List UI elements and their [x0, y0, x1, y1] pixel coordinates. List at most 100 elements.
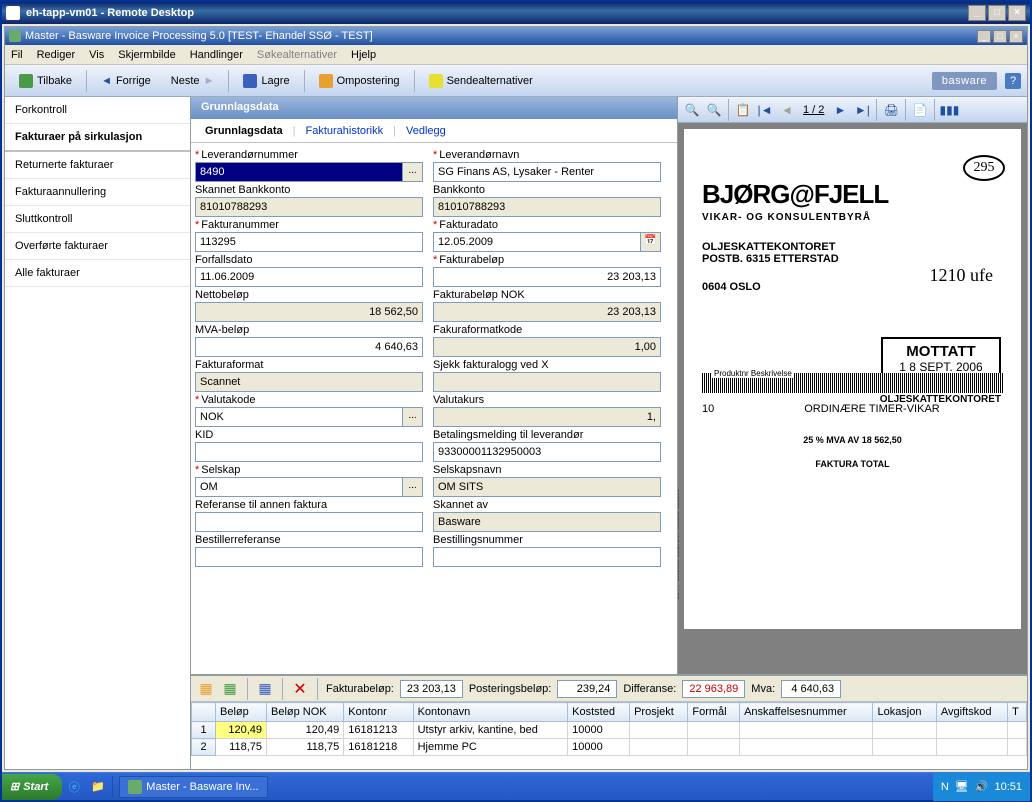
inner-minimize-button[interactable]: _ — [977, 30, 991, 43]
mva_belop-label: MVA-beløp — [195, 324, 423, 336]
fakturanummer-input[interactable] — [195, 232, 423, 252]
sidebar: Forkontroll Fakturaer på sirkulasjon Ret… — [5, 97, 191, 769]
sidebar-item-returnerte[interactable]: Returnerte fakturaer — [5, 152, 190, 179]
grid-col-header[interactable]: T — [1008, 703, 1027, 722]
skannet_av-label: Skannet av — [433, 499, 661, 511]
table-row[interactable]: 2118,75118,7516181218Hjemme PC10000 — [192, 739, 1027, 756]
selskap-lookup-button[interactable]: ... — [403, 477, 423, 497]
brand-logo: basware — [932, 72, 997, 90]
valutakode-input[interactable] — [195, 407, 403, 427]
toolbar-forrige-button[interactable]: ◄Forrige — [93, 71, 159, 91]
tray-icon-2[interactable]: 🖥 — [955, 780, 969, 793]
inner-close-button[interactable]: × — [1009, 30, 1023, 43]
selskapsnavn-input — [433, 477, 661, 497]
sum-postering-value: 239,24 — [557, 680, 617, 698]
menu-fil[interactable]: Fil — [11, 49, 23, 61]
zoom-out-button[interactable]: 🔍 — [682, 100, 702, 120]
open-button[interactable]: 📄 — [910, 100, 930, 120]
toolbar-tilbake-button[interactable]: Tilbake — [11, 70, 80, 92]
valutakode-lookup-button[interactable]: ... — [403, 407, 423, 427]
grid-col-header[interactable]: Avgiftskod — [936, 703, 1007, 722]
copy-button[interactable]: 📋 — [733, 100, 753, 120]
grid-col-header[interactable]: Koststed — [568, 703, 630, 722]
taskbar-app-button[interactable]: Master - Basware Inv... — [119, 776, 267, 798]
first-page-button[interactable]: |◄ — [755, 100, 775, 120]
selskapsnavn-label: Selskapsnavn — [433, 464, 661, 476]
posting-grid[interactable]: BeløpBeløp NOKKontonrKontonavnKoststedPr… — [191, 702, 1027, 769]
toolbar-neste-button[interactable]: Neste► — [163, 71, 223, 91]
grid-col-header[interactable]: Kontonavn — [413, 703, 568, 722]
ie-icon[interactable]: ⓔ — [64, 777, 84, 797]
grid-col-header[interactable]: Kontonr — [344, 703, 413, 722]
sidebar-item-sluttkontroll[interactable]: Sluttkontroll — [5, 206, 190, 233]
sidebar-item-annullering[interactable]: Fakturaannullering — [5, 179, 190, 206]
help-button[interactable]: ? — [1005, 73, 1021, 89]
sidebar-item-forkontroll[interactable]: Forkontroll — [5, 97, 190, 124]
betalingsmelding-input[interactable] — [433, 442, 661, 462]
calc-icon[interactable]: ▦ — [256, 680, 274, 698]
forfallsdato-input[interactable] — [195, 267, 423, 287]
new-row-icon[interactable]: ▦ — [197, 680, 215, 698]
start-button[interactable]: ⊞Start — [2, 774, 62, 800]
menu-handlinger[interactable]: Handlinger — [190, 49, 243, 61]
sidebar-item-fakturaer-sirkulasjon[interactable]: Fakturaer på sirkulasjon — [5, 124, 190, 152]
skannet_av-input — [433, 512, 661, 532]
bestillerreferanse-input[interactable] — [195, 547, 423, 567]
fakuraformatkode-label: Fakuraformatkode — [433, 324, 661, 336]
sum-fakturabelop-value: 23 203,13 — [400, 680, 463, 698]
menu-vis[interactable]: Vis — [89, 49, 104, 61]
referanse-input[interactable] — [195, 512, 423, 532]
leverandornavn-input[interactable] — [433, 162, 661, 182]
menu-hjelp[interactable]: Hjelp — [351, 49, 376, 61]
tab-fakturahistorikk[interactable]: Fakturahistorikk — [299, 121, 389, 141]
outer-maximize-button[interactable]: □ — [988, 5, 1006, 21]
tab-grunnlagsdata[interactable]: Grunnlagsdata — [199, 121, 289, 141]
toolbar: Tilbake ◄Forrige Neste► Lagre Omposterin… — [5, 65, 1027, 97]
menu-sokealternativer[interactable]: Søkealternativer — [257, 49, 337, 61]
grid-col-header[interactable]: Beløp NOK — [267, 703, 344, 722]
forfallsdato-label: Forfallsdato — [195, 254, 423, 266]
selskap-input[interactable] — [195, 477, 403, 497]
valutakode-label: *Valutakode — [195, 394, 423, 406]
toolbar-ompostering-button[interactable]: Ompostering — [311, 70, 408, 92]
tray-icon-1[interactable]: N — [941, 781, 949, 793]
table-row[interactable]: 1120,49120,4916181213Utstyr arkiv, kanti… — [192, 722, 1027, 739]
kid-input[interactable] — [195, 442, 423, 462]
grid-col-header[interactable]: Lokasjon — [873, 703, 936, 722]
leverandornummer-lookup-button[interactable]: ... — [403, 162, 423, 182]
menu-rediger[interactable]: Rediger — [37, 49, 76, 61]
tab-vedlegg[interactable]: Vedlegg — [400, 121, 452, 141]
print-button[interactable]: 🖨 — [881, 100, 901, 120]
prev-page-button[interactable]: ◄ — [777, 100, 797, 120]
last-page-button[interactable]: ►| — [852, 100, 872, 120]
fakturadato-input[interactable] — [433, 232, 641, 252]
outer-minimize-button[interactable]: _ — [968, 5, 986, 21]
next-page-button[interactable]: ► — [830, 100, 850, 120]
toolbar-lagre-button[interactable]: Lagre — [235, 70, 297, 92]
inner-maximize-button[interactable]: □ — [993, 30, 1007, 43]
bestillingsnummer-input[interactable] — [433, 547, 661, 567]
fakturabelop-input[interactable] — [433, 267, 661, 287]
tray-icon-3[interactable]: 🔊 — [975, 780, 989, 793]
toolbar-sendealternativer-button[interactable]: Sendealternativer — [421, 70, 541, 92]
delete-row-icon[interactable]: ✕ — [291, 680, 309, 698]
document-preview[interactable]: 295 BJØRG@FJELL VIKAR- OG KONSULENTBYRÅ … — [684, 129, 1021, 629]
copy-row-icon[interactable]: ▦ — [221, 680, 239, 698]
grid-col-header[interactable]: Prosjekt — [630, 703, 688, 722]
grid-col-header[interactable]: Formål — [688, 703, 740, 722]
mva_belop-input[interactable] — [195, 337, 423, 357]
menu-skjermbilde[interactable]: Skjermbilde — [118, 49, 175, 61]
fakturadato-date-button[interactable]: 📅 — [641, 232, 661, 252]
bestillingsnummer-label: Bestillingsnummer — [433, 534, 661, 546]
outer-close-button[interactable]: × — [1008, 5, 1026, 21]
fakturaformat-label: Fakturaformat — [195, 359, 423, 371]
explorer-icon[interactable]: 📁 — [88, 777, 108, 797]
leverandornummer-input[interactable] — [195, 162, 403, 182]
form-body: *Leverandørnummer...*LeverandørnavnSkann… — [191, 143, 677, 674]
grid-col-header[interactable]: Beløp — [216, 703, 267, 722]
sidebar-item-alle[interactable]: Alle fakturaer — [5, 260, 190, 287]
grid-col-header[interactable]: Anskaffelsesnummer — [740, 703, 873, 722]
sidebar-item-overforte[interactable]: Overførte fakturaer — [5, 233, 190, 260]
zoom-in-button[interactable]: 🔍 — [704, 100, 724, 120]
barcode-button[interactable]: ▮▮▮ — [939, 100, 959, 120]
